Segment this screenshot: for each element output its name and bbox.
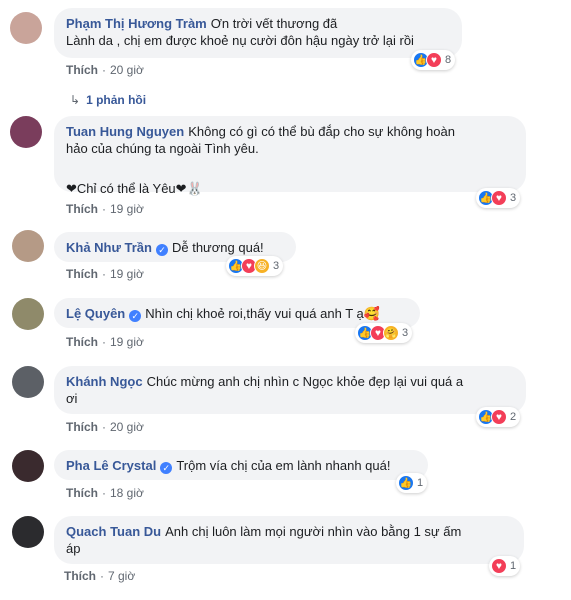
love-reaction-icon: ♥ [491, 558, 507, 574]
comment-actions: Thích · 20 giờ [66, 63, 144, 77]
comment-bubble: Quach Tuan Du Anh chị luôn làm mọi người … [54, 516, 524, 564]
comment-text-line: ❤Chỉ có thể là Yêu❤🐰 [66, 181, 203, 196]
verified-badge-icon: ✓ [160, 462, 173, 474]
comment-actions: Thích · 19 giờ [66, 335, 144, 349]
verified-badge-icon: ✓ [129, 310, 142, 322]
comment-author[interactable]: Khả Như Trần [66, 240, 152, 255]
separator-dot: · [102, 486, 106, 500]
comment-author[interactable]: Pha Lê Crystal [66, 458, 156, 473]
comment-bubble: Pha Lê Crystal ✓ Trộm vía chị của em lành … [54, 450, 428, 480]
like-button[interactable]: Thích [66, 486, 98, 500]
reply-arrow-icon: ↳ [70, 93, 81, 107]
comment-timestamp[interactable]: 18 giờ [110, 486, 144, 500]
comment-text-line: Lành da , chị em được khoẻ nụ cười đôn h… [66, 33, 414, 48]
like-button[interactable]: Thích [66, 202, 98, 216]
avatar[interactable] [12, 366, 44, 398]
comment-actions: Thích · 20 giờ [66, 420, 144, 434]
reaction-summary[interactable]: 👍 ♥ 2 [476, 407, 521, 427]
reaction-count: 3 [273, 260, 280, 272]
love-reaction-icon: ♥ [491, 409, 507, 425]
like-button[interactable]: Thích [66, 420, 98, 434]
view-replies-link[interactable]: ↳ 1 phản hồi [70, 93, 146, 107]
reaction-summary[interactable]: 👍 ♥ 8 [411, 50, 456, 70]
comment-author[interactable]: Khánh Ngọc [66, 374, 143, 389]
comment-actions: Thích · 7 giờ [64, 569, 135, 583]
comment-timestamp[interactable]: 20 giờ [110, 63, 144, 77]
separator-dot: · [102, 63, 106, 77]
comment-author[interactable]: Tuan Hung Nguyen [66, 124, 184, 139]
love-reaction-icon: ♥ [426, 52, 442, 68]
avatar[interactable] [12, 516, 44, 548]
separator-dot: · [102, 420, 106, 434]
reaction-summary[interactable]: 👍 1 [396, 473, 428, 493]
comment-timestamp[interactable]: 19 giờ [110, 267, 144, 281]
comment-bubble: Tuan Hung Nguyen Không có gì có thể bù đắ… [54, 116, 526, 196]
view-replies-label: 1 phản hồi [86, 93, 147, 107]
avatar[interactable] [10, 12, 42, 44]
comment-bubble: Khánh Ngọc Chúc mừng anh chị nhìn c Ngọc … [54, 366, 526, 414]
comment-author[interactable]: Quach Tuan Du [66, 524, 161, 539]
comment-author[interactable]: Phạm Thị Hương Tràm [66, 16, 207, 31]
separator-dot: · [100, 569, 104, 583]
comment-actions: Thích · 18 giờ [66, 486, 144, 500]
comment-text-line: hảo của chúng ta ngoài Tình yêu. [66, 141, 259, 156]
reaction-summary[interactable]: ♥ 1 [489, 556, 521, 576]
reaction-count: 1 [417, 477, 424, 489]
comment-text-line: Ơn trời vết thương đã [210, 16, 338, 31]
love-reaction-icon: ♥ [491, 190, 507, 206]
haha-reaction-icon: 😆 [254, 258, 270, 274]
reaction-summary[interactable]: 👍 ♥ 😆 3 [226, 256, 284, 276]
like-button[interactable]: Thích [66, 63, 98, 77]
separator-dot: · [102, 202, 106, 216]
comment-author[interactable]: Lệ Quyên [66, 306, 125, 321]
like-reaction-icon: 👍 [398, 475, 414, 491]
comment-bubble: Phạm Thị Hương Tràm Ơn trời vết thương đã… [54, 8, 462, 58]
avatar[interactable] [12, 298, 44, 330]
reaction-count: 3 [510, 192, 517, 204]
separator-dot: · [102, 267, 106, 281]
avatar[interactable] [12, 450, 44, 482]
like-button[interactable]: Thích [66, 335, 98, 349]
comment-timestamp[interactable]: 7 giờ [108, 569, 135, 583]
separator-dot: · [102, 335, 106, 349]
comment-text-line: Dễ thương quá! [171, 240, 264, 255]
verified-badge-icon: ✓ [155, 244, 168, 256]
comment-timestamp[interactable]: 19 giờ [110, 335, 144, 349]
reaction-summary[interactable]: 👍 ♥ 3 [476, 188, 521, 208]
avatar[interactable] [10, 116, 42, 148]
avatar[interactable] [12, 230, 44, 262]
comment-timestamp[interactable]: 19 giờ [110, 202, 144, 216]
comment-text-line: Trộm vía chị của em lành nhanh quá! [176, 458, 391, 473]
comment-actions: Thích · 19 giờ [66, 267, 144, 281]
reaction-count: 1 [510, 560, 517, 572]
comment-text-line: ơi [66, 391, 78, 406]
comment-text-line: Nhìn chị khoẻ roi,thấy vui quá anh T ạ🥰 [145, 306, 380, 321]
reaction-summary[interactable]: 👍 ♥ 🤗 3 [355, 323, 413, 343]
comment-text-line: Anh chị luôn làm mọi người nhìn vào bằng… [165, 524, 462, 539]
like-button[interactable]: Thích [64, 569, 96, 583]
reaction-count: 3 [402, 327, 409, 339]
comment-text-line: Chúc mừng anh chị nhìn c Ngọc khỏe đẹp l… [146, 374, 464, 389]
care-reaction-icon: 🤗 [383, 325, 399, 341]
reaction-count: 8 [445, 54, 452, 66]
like-button[interactable]: Thích [66, 267, 98, 281]
comment-timestamp[interactable]: 20 giờ [110, 420, 144, 434]
comment-text-line: áp [66, 541, 81, 556]
comment-text-line: Không có gì có thể bù đắp cho sự không h… [188, 124, 455, 139]
comment-actions: Thích · 19 giờ [66, 202, 144, 216]
reaction-count: 2 [510, 411, 517, 423]
